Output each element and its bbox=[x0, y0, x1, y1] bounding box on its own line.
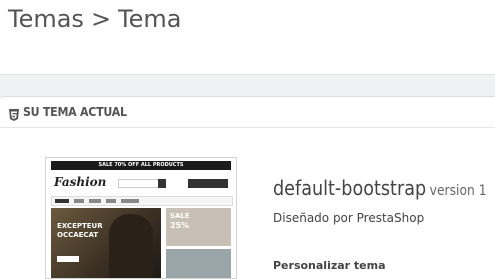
theme-name: default-bootstrap version 1 bbox=[273, 176, 487, 200]
preview-search-button bbox=[158, 179, 166, 188]
theme-preview-image: SALE 70% OFF ALL PRODUCTS Fashion EXCEPT… bbox=[45, 157, 237, 279]
preview-side-line2: 25% bbox=[170, 221, 190, 230]
preview-cart bbox=[188, 179, 228, 188]
breadcrumb-item-temas[interactable]: Temas bbox=[8, 5, 84, 33]
breadcrumb-item-tema: Tema bbox=[118, 5, 182, 33]
customize-theme-link[interactable]: Personalizar tema bbox=[273, 259, 386, 272]
preview-nav bbox=[51, 196, 233, 206]
theme-version: version 1 bbox=[429, 183, 487, 199]
breadcrumb: Temas > Tema bbox=[8, 5, 181, 33]
theme-name-text: default-bootstrap bbox=[273, 176, 427, 200]
preview-side-line1: SALE bbox=[170, 212, 190, 220]
preview-side-banner: SALE 25% bbox=[166, 208, 231, 246]
panel-title: SU TEMA ACTUAL bbox=[23, 105, 127, 119]
preview-promo-bar: SALE 70% OFF ALL PRODUCTS bbox=[51, 161, 231, 170]
preview-side-banner-2 bbox=[166, 249, 231, 278]
preview-banner-line2: OCCAECAT bbox=[57, 231, 99, 239]
html5-icon bbox=[8, 106, 20, 121]
preview-banner: EXCEPTEUR OCCAECAT bbox=[51, 208, 161, 278]
panel-heading: SU TEMA ACTUAL bbox=[0, 97, 495, 128]
theme-designer: Diseñado por PrestaShop bbox=[273, 211, 425, 225]
preview-search bbox=[118, 179, 160, 188]
preview-shop-button bbox=[57, 256, 79, 262]
breadcrumb-separator: > bbox=[90, 5, 112, 33]
preview-banner-figure bbox=[109, 214, 153, 278]
preview-banner-line1: EXCEPTEUR bbox=[57, 222, 103, 230]
preview-logo: Fashion bbox=[54, 175, 107, 189]
